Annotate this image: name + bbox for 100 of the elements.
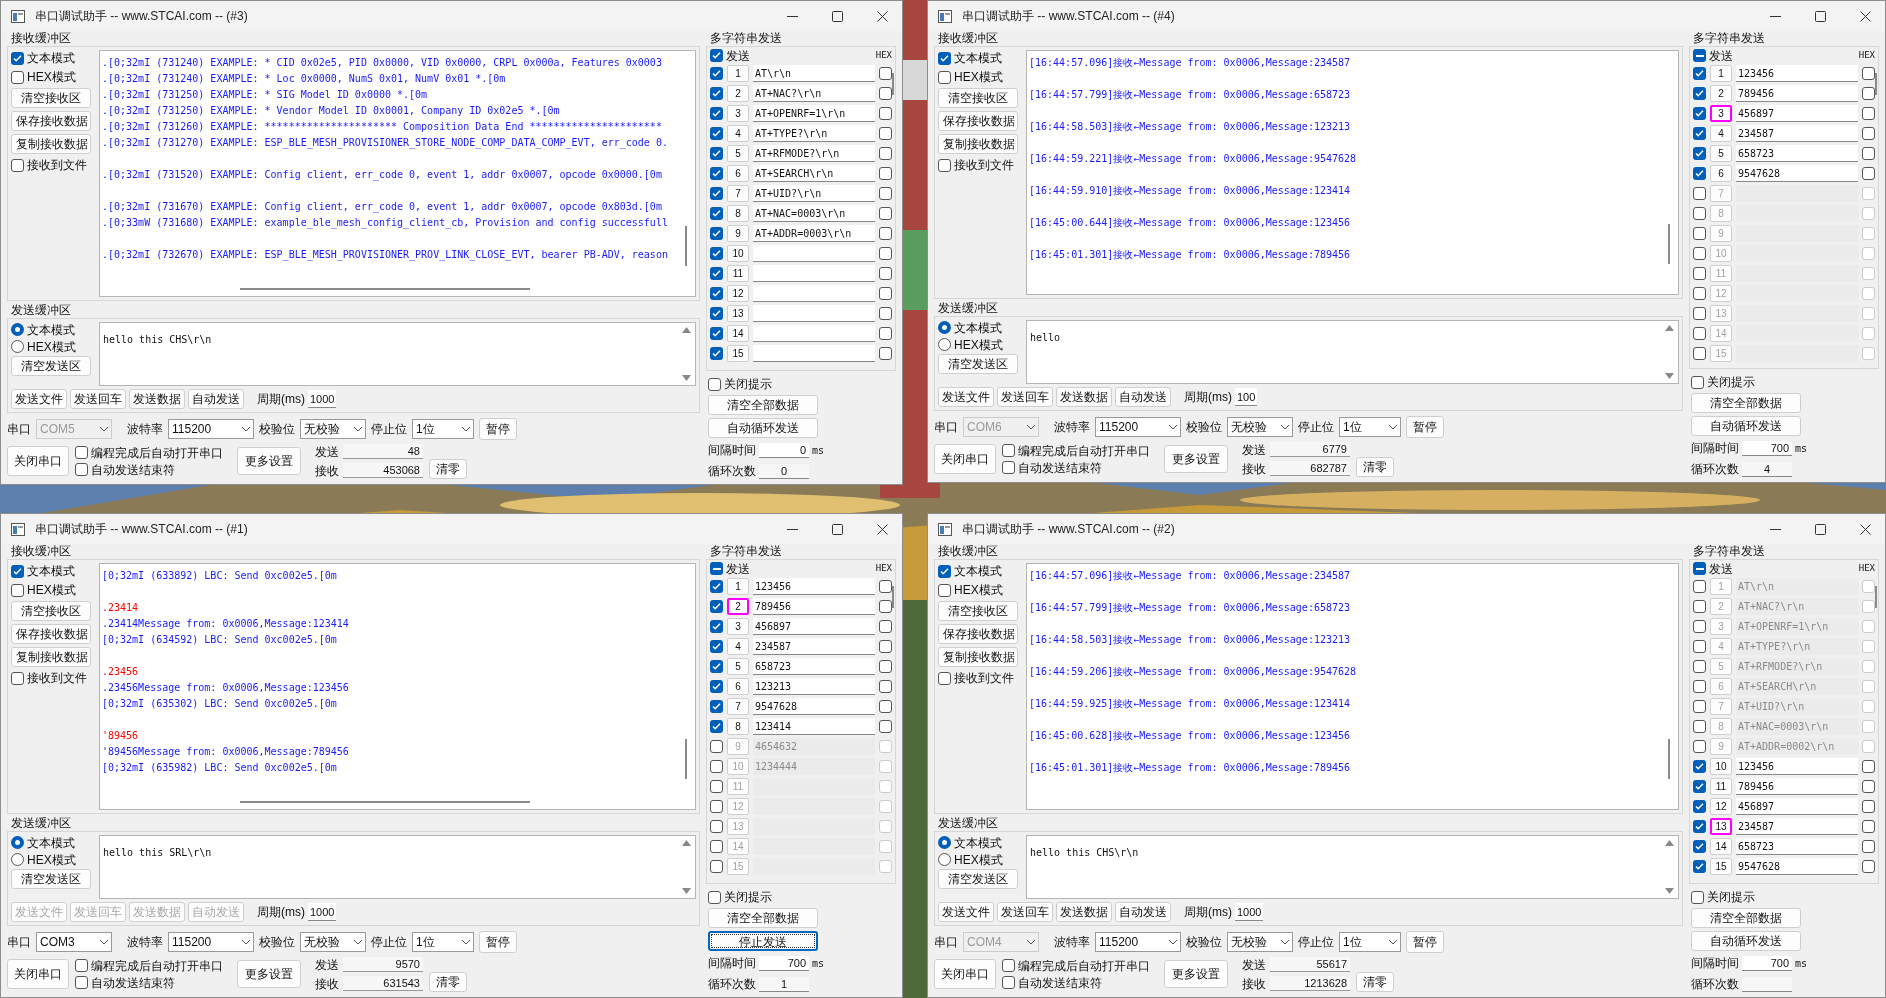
checkbox[interactable] <box>1002 959 1015 972</box>
pause-button[interactable]: 暂停 <box>479 931 517 953</box>
checkbox[interactable] <box>710 206 723 220</box>
minimize-icon[interactable] <box>1770 15 1781 17</box>
row-number-button[interactable]: 12 <box>1710 797 1732 815</box>
hex-checkbox[interactable] <box>879 246 892 260</box>
toolbar-button[interactable]: 复制接收数据 <box>938 647 1018 667</box>
checkbox[interactable] <box>938 51 951 65</box>
send-action-button[interactable]: 发送文件 <box>938 902 994 922</box>
interval-field[interactable]: 0 <box>759 442 809 458</box>
checkbox[interactable] <box>710 66 723 80</box>
toolbar-button[interactable]: 保存接收数据 <box>11 111 91 131</box>
send-text-area[interactable]: hello this SRL\r\n <box>99 835 696 899</box>
radio-button[interactable] <box>938 338 951 351</box>
hex-checkbox[interactable] <box>879 86 892 100</box>
row-number-button[interactable]: 4 <box>1710 124 1732 142</box>
checkbox[interactable] <box>710 859 723 873</box>
send-action-button[interactable]: 发送文件 <box>11 389 67 409</box>
clear-send-button[interactable]: 清空发送区 <box>938 354 1018 374</box>
clear-all-button[interactable]: 清空全部数据 <box>1691 393 1801 413</box>
period-field[interactable]: 1000 <box>308 903 337 921</box>
checkbox[interactable] <box>1691 890 1704 904</box>
checkbox[interactable] <box>1693 619 1706 633</box>
row-number-button[interactable]: 8 <box>727 204 749 222</box>
checkbox[interactable] <box>1693 286 1706 300</box>
checkbox[interactable] <box>1693 66 1706 80</box>
string-field[interactable]: 658723 <box>753 657 875 675</box>
baud-dropdown[interactable]: 115200 <box>168 419 254 439</box>
stop-bits-dropdown[interactable]: 1位 <box>1339 932 1401 952</box>
checkbox[interactable] <box>1693 679 1706 693</box>
hex-checkbox[interactable] <box>879 659 892 673</box>
checkbox[interactable] <box>75 463 88 476</box>
toolbar-button[interactable]: 保存接收数据 <box>11 624 91 644</box>
row-number-button[interactable]: 11 <box>1710 777 1732 795</box>
toolbar-button[interactable]: 保存接收数据 <box>938 624 1018 644</box>
string-field[interactable] <box>753 304 875 322</box>
row-number-button[interactable]: 15 <box>727 344 749 362</box>
checkbox[interactable] <box>1693 819 1706 833</box>
row-number-button[interactable]: 3 <box>727 617 749 635</box>
hex-checkbox[interactable] <box>1862 819 1875 833</box>
loop-count-field[interactable]: 1 <box>759 976 809 992</box>
row-number-button[interactable]: 10 <box>727 244 749 262</box>
scroll-down-icon[interactable] <box>1665 888 1674 894</box>
minimize-icon[interactable] <box>1770 528 1781 530</box>
row-number-button[interactable]: 15 <box>1710 857 1732 875</box>
checkbox[interactable] <box>1693 106 1706 120</box>
clear-all-button[interactable]: 清空全部数据 <box>708 395 818 415</box>
checkbox[interactable] <box>710 106 723 120</box>
radio-button[interactable] <box>11 836 24 849</box>
row-number-button[interactable]: 6 <box>1710 164 1732 182</box>
row-number-button[interactable]: 10 <box>1710 757 1732 775</box>
row-number-button[interactable]: 1 <box>1710 64 1732 82</box>
hex-checkbox[interactable] <box>1862 86 1875 100</box>
checkbox[interactable] <box>710 739 723 753</box>
checkbox[interactable] <box>710 819 723 833</box>
send-action-button[interactable]: 发送数据 <box>1056 902 1112 922</box>
scroll-up-icon[interactable] <box>1665 325 1674 331</box>
checkbox[interactable] <box>710 226 723 240</box>
checkbox[interactable] <box>710 799 723 813</box>
row-number-button[interactable]: 2 <box>727 597 749 615</box>
baud-dropdown[interactable]: 115200 <box>168 932 254 952</box>
string-field[interactable]: AT+RFMODE?\r\n <box>753 144 875 162</box>
hex-checkbox[interactable] <box>879 106 892 120</box>
clear-send-button[interactable]: 清空发送区 <box>11 869 91 889</box>
hex-checkbox[interactable] <box>1862 66 1875 80</box>
string-field[interactable]: 456897 <box>1736 797 1858 815</box>
row-number-button[interactable]: 3 <box>727 104 749 122</box>
hex-checkbox[interactable] <box>879 66 892 80</box>
toolbar-button[interactable]: 复制接收数据 <box>11 134 91 154</box>
loop-count-field[interactable]: 0 <box>759 463 809 479</box>
stop-bits-dropdown[interactable]: 1位 <box>1339 417 1401 437</box>
checkbox[interactable] <box>1693 719 1706 733</box>
send-action-button[interactable]: 发送回车 <box>70 389 126 409</box>
checkbox[interactable] <box>710 126 723 140</box>
close-port-button[interactable]: 关闭串口 <box>7 446 69 476</box>
checkbox[interactable] <box>1693 599 1706 613</box>
send-text-area[interactable]: hello this CHS\r\n <box>1026 835 1679 899</box>
row-number-button[interactable]: 8 <box>727 717 749 735</box>
checkbox[interactable] <box>1693 639 1706 653</box>
row-number-button[interactable]: 5 <box>727 657 749 675</box>
hex-checkbox[interactable] <box>1862 799 1875 813</box>
close-icon[interactable] <box>1860 10 1871 22</box>
row-number-button[interactable]: 7 <box>727 184 749 202</box>
hex-checkbox[interactable] <box>1862 146 1875 160</box>
toolbar-button[interactable]: 复制接收数据 <box>938 134 1018 154</box>
string-field[interactable] <box>753 324 875 342</box>
checkbox[interactable] <box>710 639 723 653</box>
close-icon[interactable] <box>877 10 888 22</box>
string-field[interactable]: 456897 <box>753 617 875 635</box>
send-text-area[interactable]: hello this CHS\r\n <box>99 322 696 386</box>
checkbox[interactable] <box>938 70 951 84</box>
hex-checkbox[interactable] <box>879 326 892 340</box>
string-field[interactable]: AT+OPENRF=1\r\n <box>753 104 875 122</box>
checkbox[interactable] <box>710 659 723 673</box>
baud-dropdown[interactable]: 115200 <box>1095 932 1181 952</box>
close-icon[interactable] <box>1860 523 1871 535</box>
checkbox[interactable] <box>1693 346 1706 360</box>
checkbox[interactable] <box>1693 49 1706 62</box>
pause-button[interactable]: 暂停 <box>1406 931 1444 953</box>
interval-field[interactable]: 700 <box>759 955 809 971</box>
